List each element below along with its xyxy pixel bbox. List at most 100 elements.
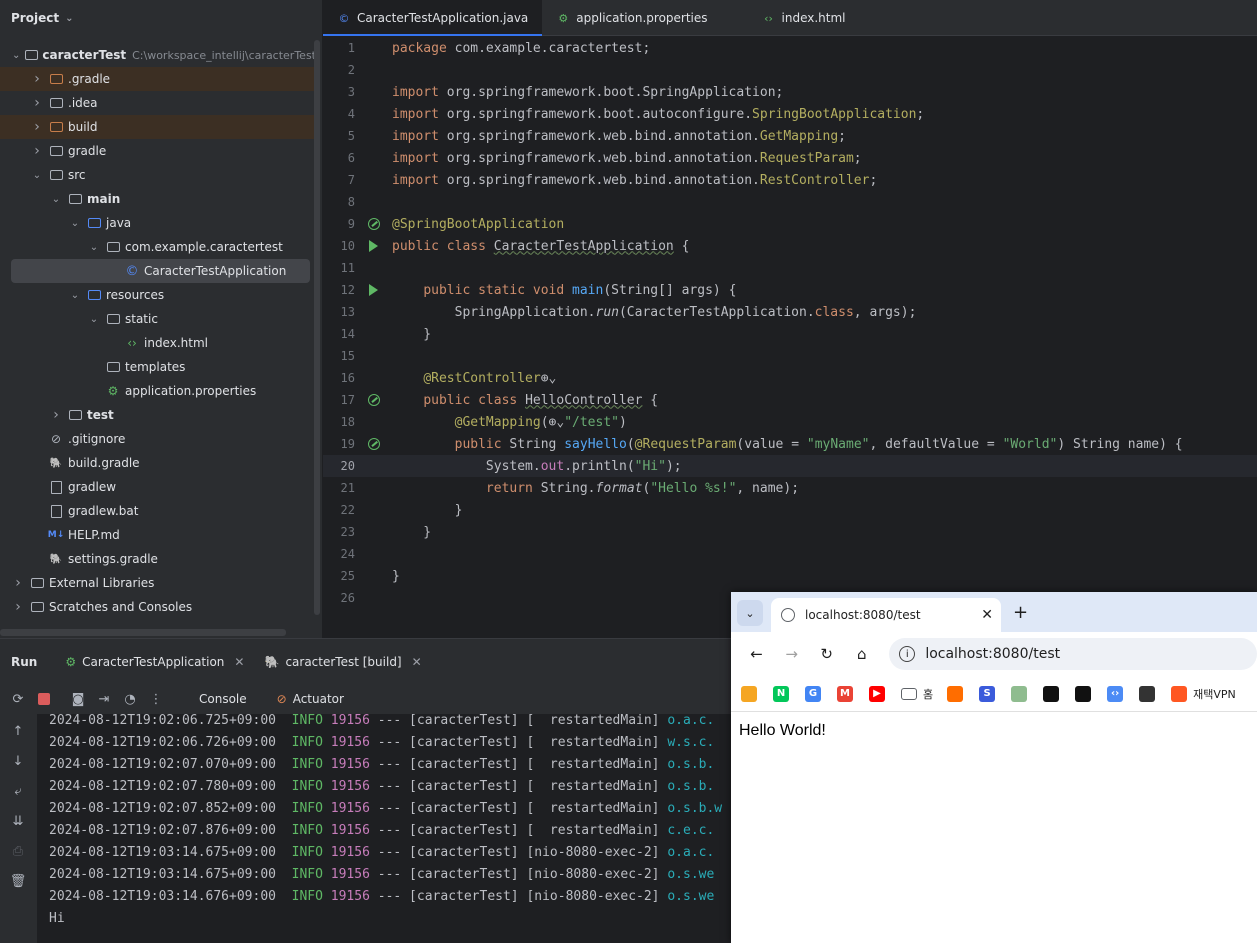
spring-bean-gutter-icon[interactable] bbox=[355, 394, 392, 406]
info-icon[interactable]: i bbox=[899, 646, 916, 662]
dev-icon[interactable]: ‹› bbox=[1107, 685, 1124, 702]
code-line[interactable]: 9 @SpringBootApplication bbox=[323, 213, 1257, 235]
weather-icon[interactable] bbox=[741, 685, 757, 702]
chevron-right-icon[interactable]: › bbox=[30, 71, 44, 87]
chevron-down-icon[interactable]: ⌄ bbox=[68, 218, 82, 229]
chevron-down-icon[interactable]: ⌄ bbox=[49, 194, 63, 205]
tree-item[interactable]: ‹› index.html bbox=[0, 331, 316, 355]
spring-bean-gutter-icon[interactable] bbox=[355, 218, 392, 230]
address-bar[interactable]: i localhost:8080/test bbox=[889, 638, 1257, 670]
close-icon[interactable]: ✕ bbox=[981, 607, 993, 623]
tree-item[interactable]: ⚙ application.properties bbox=[0, 379, 316, 403]
naver-icon[interactable]: N bbox=[773, 685, 789, 702]
run-gutter-icon[interactable] bbox=[355, 284, 392, 296]
new-tab-icon[interactable]: + bbox=[1013, 602, 1028, 623]
code-line[interactable]: 16 @RestController⊕⌄ bbox=[323, 367, 1257, 389]
editor-tab-index-html[interactable]: ‹› index.html bbox=[722, 0, 860, 36]
tree-item[interactable]: templates bbox=[0, 355, 316, 379]
tree-item[interactable]: › .idea bbox=[0, 91, 316, 115]
code-line[interactable]: 21 return String.format("Hello %s!", nam… bbox=[323, 477, 1257, 499]
chevron-right-icon[interactable]: › bbox=[30, 143, 44, 159]
arrow-down-icon[interactable]: ↓ bbox=[5, 748, 31, 774]
code-line[interactable]: 22 } bbox=[323, 499, 1257, 521]
code-line[interactable]: 23 } bbox=[323, 521, 1257, 543]
code-line[interactable]: 11 bbox=[323, 257, 1257, 279]
code-line[interactable]: 5 import org.springframework.web.bind.ann… bbox=[323, 125, 1257, 147]
chevron-right-icon[interactable]: › bbox=[30, 95, 44, 111]
browser-tab[interactable]: localhost:8080/test ✕ bbox=[771, 598, 1001, 632]
chevron-down-icon[interactable]: ⌄ bbox=[68, 290, 82, 301]
back-icon[interactable]: ← bbox=[743, 645, 770, 663]
soft-wrap-icon[interactable]: ⤶ bbox=[5, 778, 31, 804]
run-gutter-icon[interactable] bbox=[355, 240, 392, 252]
chevron-down-icon[interactable]: ⌄ bbox=[87, 314, 101, 325]
forward-icon[interactable]: → bbox=[778, 645, 805, 663]
tree-item[interactable]: 🐘 build.gradle bbox=[0, 451, 316, 475]
youtube-icon[interactable]: ▶ bbox=[869, 685, 885, 702]
code-line[interactable]: 6 import org.springframework.web.bind.ann… bbox=[323, 147, 1257, 169]
run-tab-build[interactable]: 🐘 caracterTest [build] ✕ bbox=[254, 639, 431, 685]
code-line[interactable]: 17 public class HelloController { bbox=[323, 389, 1257, 411]
project-scrollbar[interactable] bbox=[314, 40, 320, 615]
code-line[interactable]: 12 public static void main(String[] args… bbox=[323, 279, 1257, 301]
code-line[interactable]: 8 bbox=[323, 191, 1257, 213]
code-line[interactable]: 7 import org.springframework.web.bind.ann… bbox=[323, 169, 1257, 191]
project-horizontal-scrollbar[interactable] bbox=[0, 629, 286, 636]
tree-item[interactable]: 🐘 settings.gradle bbox=[0, 547, 316, 571]
code-line[interactable]: 1 package com.example.caractertest; bbox=[323, 37, 1257, 59]
project-panel-header[interactable]: Project ⌄ bbox=[0, 0, 322, 36]
camera-icon[interactable]: ◙ bbox=[65, 686, 91, 712]
gauge-icon[interactable]: ◔ bbox=[117, 686, 143, 712]
rerun-icon[interactable]: ⟳ bbox=[5, 686, 31, 712]
code-line[interactable]: 14 } bbox=[323, 323, 1257, 345]
chevron-down-icon[interactable]: ⌄ bbox=[11, 50, 21, 61]
print-icon[interactable]: ⎙ bbox=[5, 838, 31, 864]
tree-item[interactable]: ⌄ com.example.caractertest bbox=[0, 235, 316, 259]
vpn-icon[interactable] bbox=[1171, 685, 1188, 702]
scroll-to-end-icon[interactable]: ⇊ bbox=[5, 808, 31, 834]
code-line[interactable]: 19 public String sayHello(@RequestParam(… bbox=[323, 433, 1257, 455]
home-icon[interactable]: ⌂ bbox=[848, 645, 875, 663]
tree-item[interactable]: M↓ HELP.md bbox=[0, 523, 316, 547]
tab-search-icon[interactable]: ⌄ bbox=[737, 600, 763, 626]
trash-icon[interactable]: 🗑 bbox=[5, 868, 31, 894]
notion-icon[interactable] bbox=[1043, 685, 1060, 702]
tree-item[interactable]: › build bbox=[0, 115, 316, 139]
tree-item[interactable]: ⌄ src bbox=[0, 163, 316, 187]
arrow-up-icon[interactable]: ↑ bbox=[5, 718, 31, 744]
chevron-right-icon[interactable]: › bbox=[30, 119, 44, 135]
code-line[interactable]: 20 System.out.println("Hi"); bbox=[323, 455, 1257, 477]
tree-item[interactable]: › gradle bbox=[0, 139, 316, 163]
stop-icon[interactable] bbox=[31, 686, 57, 712]
chevron-right-icon[interactable]: › bbox=[11, 575, 25, 591]
code-line[interactable]: 10 public class CaracterTestApplication { bbox=[323, 235, 1257, 257]
code-line[interactable]: 15 bbox=[323, 345, 1257, 367]
google-icon[interactable]: G bbox=[805, 685, 821, 702]
close-icon[interactable]: ✕ bbox=[412, 655, 422, 669]
code-line[interactable]: 18 @GetMapping(⊕⌄"/test") bbox=[323, 411, 1257, 433]
exit-icon[interactable]: ⇥ bbox=[91, 686, 117, 712]
spring-bean-gutter-icon[interactable] bbox=[355, 438, 392, 450]
app-icon[interactable] bbox=[947, 685, 964, 702]
s-icon[interactable]: S bbox=[979, 685, 996, 702]
chevron-right-icon[interactable]: › bbox=[11, 599, 25, 615]
folder-bookmark-icon[interactable] bbox=[901, 687, 917, 700]
code-line[interactable]: 24 bbox=[323, 543, 1257, 565]
chatgpt-icon[interactable] bbox=[1139, 685, 1156, 702]
tree-item[interactable]: gradlew.bat bbox=[0, 499, 316, 523]
run-tab-caractertestapplication[interactable]: ⚙ CaracterTestApplication ✕ bbox=[55, 639, 254, 685]
tree-item[interactable]: ⌄ caracterTest C:\workspace_intellij\carac… bbox=[0, 43, 316, 67]
tree-item[interactable]: gradlew bbox=[0, 475, 316, 499]
tree-item[interactable]: © CaracterTestApplication bbox=[11, 259, 310, 283]
close-icon[interactable]: ✕ bbox=[234, 655, 244, 669]
tree-item[interactable]: ⌄ java bbox=[0, 211, 316, 235]
code-line[interactable]: 25} bbox=[323, 565, 1257, 587]
reload-icon[interactable]: ↻ bbox=[813, 645, 840, 663]
gmail-icon[interactable]: M bbox=[837, 685, 853, 702]
actuator-tab[interactable]: ⊘ Actuator bbox=[267, 684, 354, 714]
code-editor[interactable]: 1 package com.example.caractertest; 2 3 impo… bbox=[323, 37, 1257, 637]
tree-item[interactable]: ⌄ resources bbox=[0, 283, 316, 307]
tree-item[interactable]: › External Libraries bbox=[0, 571, 316, 595]
code-line[interactable]: 3 import org.springframework.boot.SpringA… bbox=[323, 81, 1257, 103]
code-line[interactable]: 4 import org.springframework.boot.autocon… bbox=[323, 103, 1257, 125]
